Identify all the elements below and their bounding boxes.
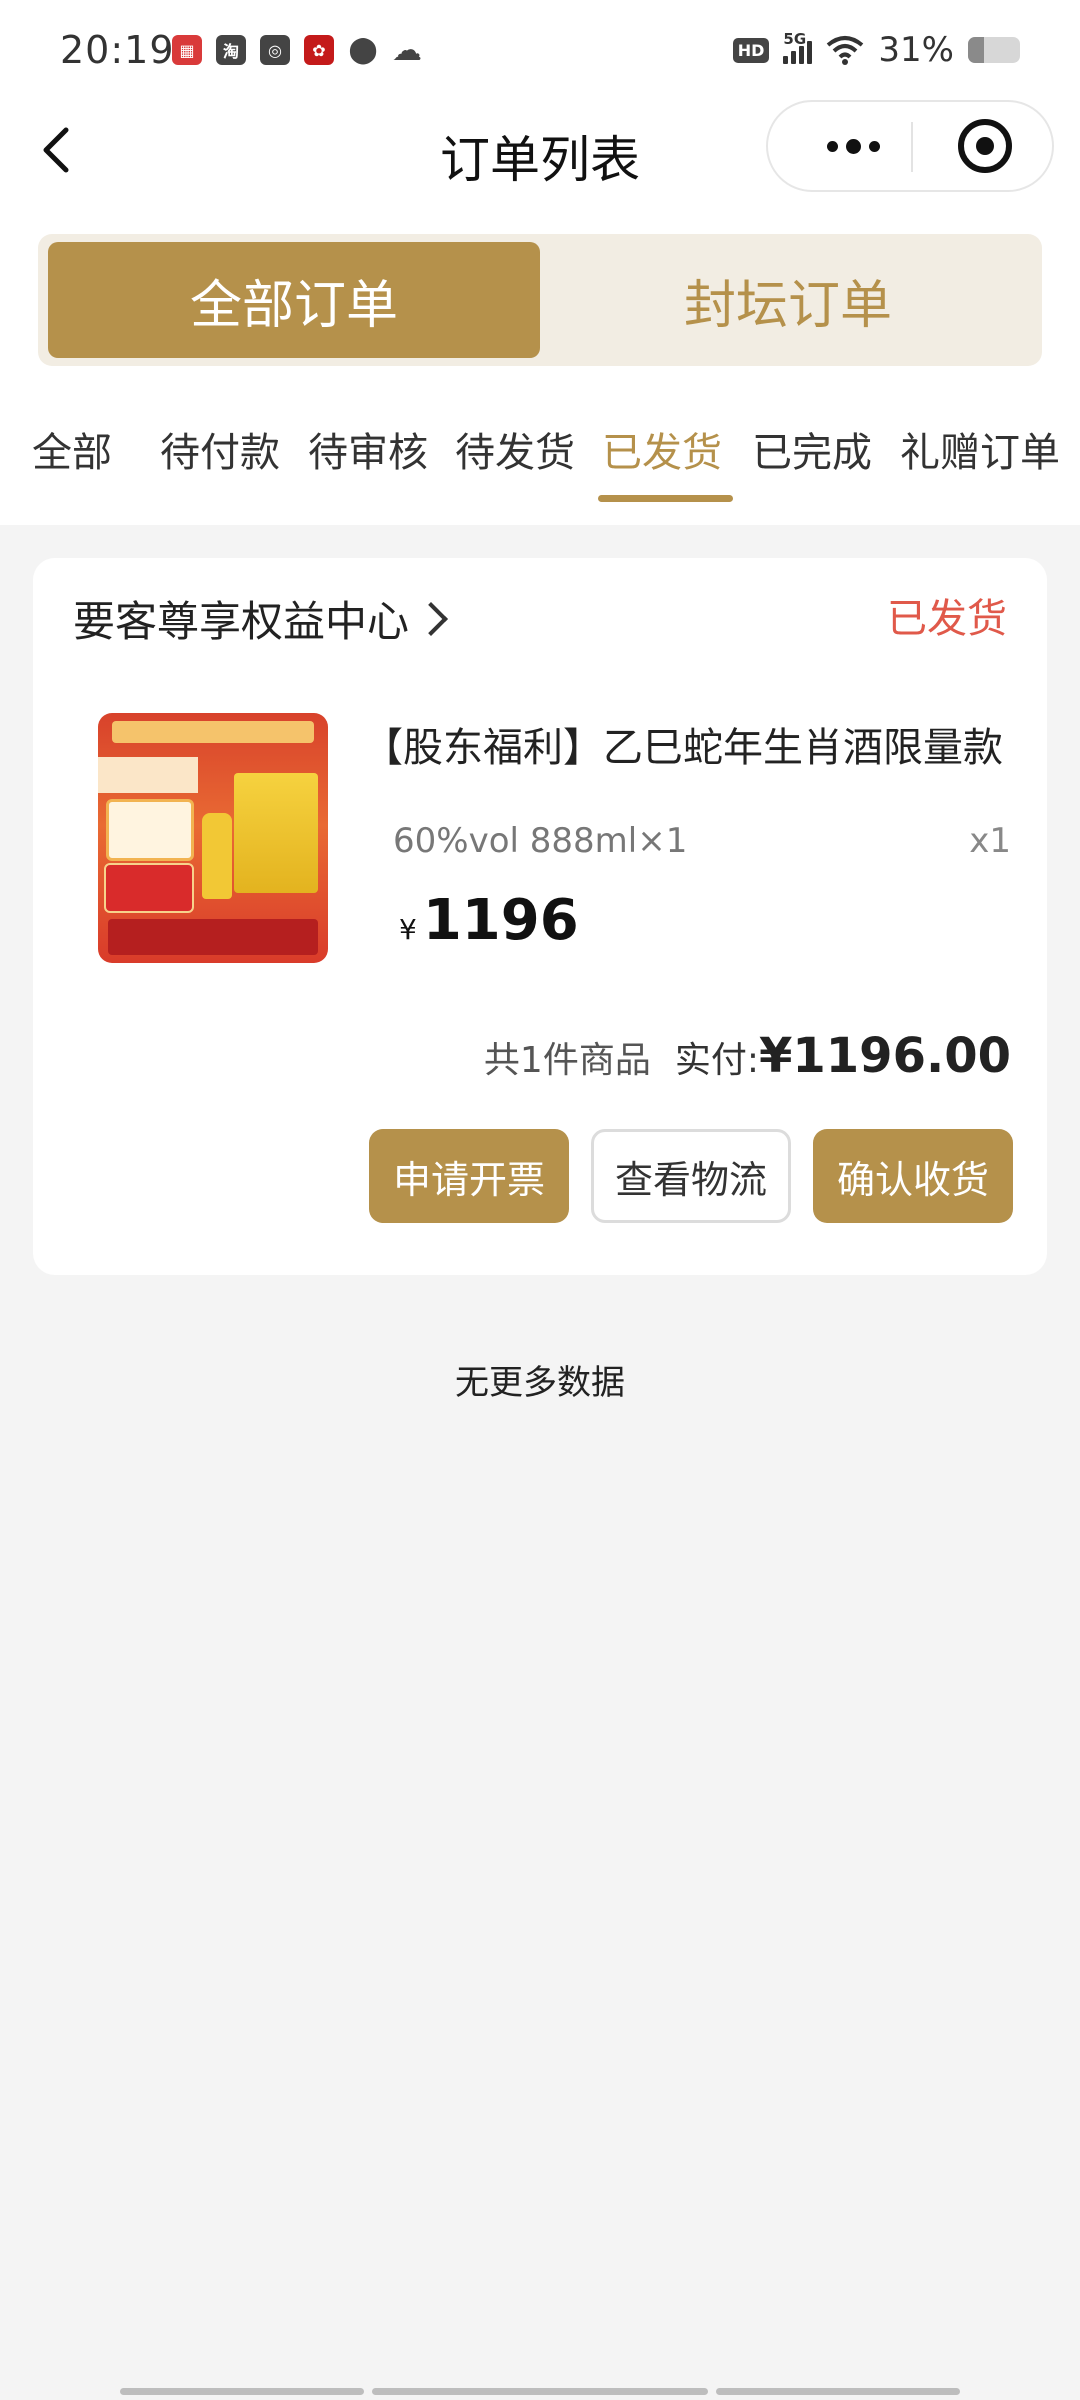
price-amount: 1196 <box>422 888 579 953</box>
status-bar: 20:19 ▦ 淘 ◎ ✿ ⬤ ☁ HD 5G 31% <box>0 0 1080 100</box>
cloud-icon: ☁ <box>392 32 422 68</box>
location-icon: ⬤ <box>348 35 378 65</box>
battery-percent: 31% <box>878 30 954 70</box>
hd-icon: HD <box>732 37 770 63</box>
more-icon[interactable] <box>808 124 898 168</box>
gesture-bar-left <box>120 2388 364 2395</box>
confirm-receipt-button[interactable]: 确认收货 <box>813 1129 1013 1223</box>
tab-all-orders[interactable]: 全部订单 <box>48 242 540 358</box>
taobao-app-icon: 淘 <box>216 35 246 65</box>
status-tab-all[interactable]: 全部 <box>32 420 112 478</box>
view-logistics-button[interactable]: 查看物流 <box>591 1129 791 1223</box>
order-status-badge: 已发货 <box>887 596 1007 642</box>
status-tab-gift-orders[interactable]: 礼赠订单 <box>900 420 1060 478</box>
active-tab-indicator <box>598 495 733 502</box>
cellular-signal-icon: 5G <box>783 30 813 64</box>
battery-icon <box>968 37 1020 63</box>
status-tab-pending-shipment[interactable]: 待发货 <box>455 420 575 478</box>
mini-program-capsule <box>766 100 1054 192</box>
notification-icons: ▦ 淘 ◎ ✿ ⬤ ☁ <box>172 32 422 68</box>
gesture-bar-right <box>716 2388 960 2395</box>
close-mini-program-icon[interactable] <box>958 119 1012 173</box>
red-app-icon: ✿ <box>304 35 334 65</box>
gesture-bar-center <box>372 2388 708 2395</box>
status-tab-pending-payment[interactable]: 待付款 <box>160 420 280 478</box>
paid-amount: ¥1196.00 <box>758 1028 1011 1084</box>
system-status: HD 5G 31% <box>732 30 1020 70</box>
network-type: 5G <box>783 30 807 48</box>
currency-symbol: ¥ <box>399 913 417 946</box>
battery-level <box>968 37 985 63</box>
item-count: 共1件商品 <box>483 1040 651 1081</box>
status-tab-completed[interactable]: 已完成 <box>752 420 872 478</box>
store-name: 要客尊享权益中心 <box>73 597 410 646</box>
order-type-switch: 全部订单 封坛订单 <box>38 234 1042 366</box>
status-tab-shipped[interactable]: 已发货 <box>602 420 722 478</box>
product-price: ¥ 1196 <box>399 888 579 953</box>
product-thumbnail[interactable] <box>98 713 328 963</box>
chevron-right-icon <box>414 601 448 636</box>
paid-label: 实付: <box>674 1040 759 1081</box>
store-link[interactable]: 要客尊享权益中心 <box>73 588 448 649</box>
no-more-data-text: 无更多数据 <box>455 1363 625 1403</box>
capsule-divider <box>911 122 913 172</box>
request-invoice-button[interactable]: 申请开票 <box>369 1129 569 1223</box>
calendar-app-icon: ▦ <box>172 35 202 65</box>
product-spec: 60%vol 888ml×1 <box>393 821 688 861</box>
status-tab-pending-review[interactable]: 待审核 <box>308 420 428 478</box>
wifi-icon <box>827 36 864 65</box>
product-title[interactable]: 【股东福利】乙巳蛇年生肖酒限量款 <box>363 715 1023 773</box>
search-app-icon: ◎ <box>260 35 290 65</box>
product-quantity: x1 <box>969 821 1011 861</box>
order-card[interactable]: 要客尊享权益中心 已发货 【股东福利】乙巳蛇年生肖酒限量款 60%vol 888… <box>33 558 1047 1275</box>
status-time: 20:19 <box>60 28 175 72</box>
tab-sealed-jar-orders[interactable]: 封坛订单 <box>542 242 1034 358</box>
order-status-tabs: 全部 待付款 待审核 待发货 已发货 已完成 礼赠订单 <box>0 420 1080 510</box>
navigation-bar: 订单列表 <box>0 100 1080 200</box>
order-summary: 共1件商品 实付: ¥1196.00 <box>484 1028 1011 1084</box>
